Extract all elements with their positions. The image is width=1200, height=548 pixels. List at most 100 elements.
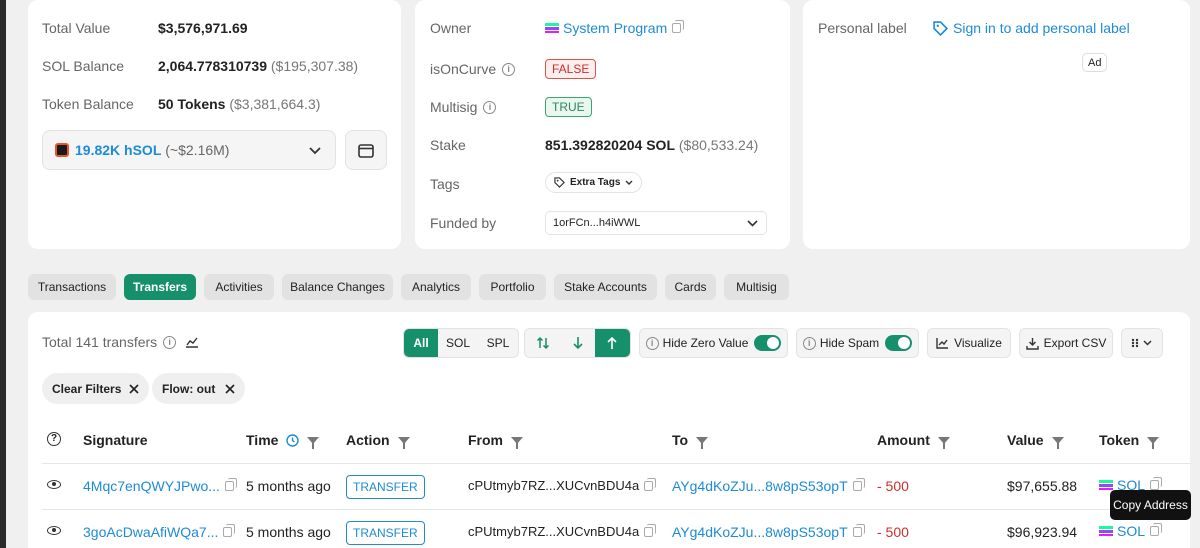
personal-label-card: Personal label Sign in to add personal l…: [803, 0, 1190, 249]
tab-transactions[interactable]: Transactions: [28, 274, 116, 300]
token-link[interactable]: SOL: [1117, 523, 1145, 539]
copy-icon[interactable]: [672, 20, 685, 33]
to-address-link[interactable]: AYg4dKoZJu...8w8pS53opT: [672, 478, 848, 494]
clock-icon[interactable]: [286, 433, 300, 447]
ad-label: Ad: [1088, 56, 1102, 69]
info-icon[interactable]: i: [483, 100, 497, 114]
funded-by-label: Funded by: [430, 215, 497, 231]
visualize-button[interactable]: Visualize: [927, 328, 1011, 358]
value-cell: $96,923.94: [1007, 524, 1078, 540]
filter-icon[interactable]: [696, 436, 709, 449]
arrow-down-icon: [572, 337, 583, 350]
flow-out-button[interactable]: [594, 329, 630, 357]
hide-spam-toggle[interactable]: i Hide Spam: [796, 328, 919, 358]
flow-filter-label: Flow: out: [162, 381, 216, 396]
total-value: $3,576,971.69: [158, 20, 248, 36]
stake-label: Stake: [430, 137, 466, 153]
column-settings-button[interactable]: [1121, 328, 1163, 358]
filter-sol-button[interactable]: SOL: [438, 329, 478, 357]
multisig-badge: TRUE: [545, 97, 592, 117]
visualize-label: Visualize: [954, 336, 1002, 350]
copy-icon[interactable]: [852, 524, 865, 537]
copy-icon[interactable]: [644, 477, 657, 491]
tab-stake-accounts[interactable]: Stake Accounts: [554, 274, 657, 300]
ad-badge: Ad: [1082, 53, 1108, 72]
amount-cell: - 500: [877, 478, 909, 494]
copy-icon[interactable]: [223, 524, 236, 537]
copy-icon[interactable]: [1150, 523, 1163, 536]
filter-spl-button[interactable]: SPL: [478, 329, 518, 357]
info-icon: i: [645, 336, 659, 350]
help-icon[interactable]: ?: [47, 432, 61, 446]
grid-dots-icon: [1131, 338, 1152, 348]
filter-sol-label: SOL: [445, 336, 470, 350]
flow-both-button[interactable]: [525, 329, 560, 357]
filter-icon[interactable]: [1051, 436, 1064, 449]
tab-activities[interactable]: Activities: [204, 274, 274, 300]
filter-all-button[interactable]: All: [404, 329, 438, 357]
export-csv-button[interactable]: Export CSV: [1019, 328, 1113, 358]
extra-tags-button[interactable]: Extra Tags: [545, 172, 643, 193]
tooltip-text: Copy Address: [1113, 498, 1188, 512]
portfolio-view-button[interactable]: [345, 130, 387, 170]
tab-label: Activities: [215, 280, 263, 294]
token-balance: 50 Tokens: [158, 96, 226, 112]
signature-link[interactable]: 4Mqc7enQWYJPwo...: [83, 478, 220, 494]
from-address[interactable]: cPUtmyb7RZ...XUCvnBDU4a: [468, 524, 639, 539]
hide-spam-label: Hide Spam: [819, 336, 880, 350]
tab-label: Balance Changes: [290, 280, 385, 294]
copy-icon[interactable]: [852, 478, 865, 491]
tab-analytics[interactable]: Analytics: [401, 274, 471, 300]
filter-icon[interactable]: [1147, 436, 1160, 449]
close-icon[interactable]: [225, 383, 235, 394]
to-address-link[interactable]: AYg4dKoZJu...8w8pS53opT: [672, 524, 848, 540]
filter-icon[interactable]: [511, 436, 523, 449]
copy-address-tooltip: Copy Address: [1110, 490, 1191, 520]
flow-filter-chip[interactable]: Flow: out: [152, 373, 246, 404]
hide-zero-switch[interactable]: [754, 335, 782, 351]
tab-transfers[interactable]: Transfers: [124, 274, 196, 300]
action-badge: TRANSFER: [346, 521, 425, 545]
tab-label: Cards: [674, 280, 707, 294]
signature-link[interactable]: 3goAcDwaAfiWQa7...: [83, 524, 218, 540]
copy-icon[interactable]: [644, 523, 657, 537]
hide-zero-value-toggle[interactable]: i Hide Zero Value: [639, 328, 788, 358]
tab-cards[interactable]: Cards: [665, 274, 716, 300]
funded-by-select[interactable]: 1orFCn...h4iWWL: [545, 211, 767, 235]
chart-icon[interactable]: [185, 336, 199, 348]
tab-balance-changes[interactable]: Balance Changes: [282, 274, 393, 300]
token-balance-label: Token Balance: [42, 96, 134, 112]
tab-multisig[interactable]: Multisig: [724, 274, 789, 300]
clear-filters-chip[interactable]: Clear Filters: [42, 373, 150, 404]
col-amount: Amount: [877, 432, 930, 448]
filter-icon[interactable]: [937, 436, 950, 449]
solana-icon: [545, 23, 559, 33]
tag-icon: [554, 177, 565, 188]
from-address[interactable]: cPUtmyb7RZ...XUCvnBDU4a: [468, 478, 639, 493]
chart-icon: [936, 338, 949, 349]
chevron-down-icon: [309, 147, 321, 155]
close-icon[interactable]: [129, 383, 139, 394]
tab-portfolio[interactable]: Portfolio: [479, 274, 546, 300]
tab-label: Transfers: [132, 280, 188, 294]
personal-label-label: Personal label: [818, 20, 907, 36]
eye-icon[interactable]: [47, 480, 61, 489]
info-icon[interactable]: i: [163, 335, 177, 349]
sign-in-label-link[interactable]: Sign in to add personal label: [953, 20, 1130, 36]
token-type-filter: All SOL SPL: [403, 328, 519, 358]
hide-spam-switch[interactable]: [885, 335, 913, 351]
tab-label: Stake Accounts: [564, 280, 647, 294]
copy-icon[interactable]: [1150, 477, 1163, 490]
filter-icon[interactable]: [397, 436, 410, 449]
window-edge: [0, 0, 6, 548]
token-balance-usd: ($3,381,664.3): [229, 96, 321, 112]
export-csv-label: Export CSV: [1043, 336, 1107, 350]
filter-icon[interactable]: [307, 436, 320, 449]
copy-icon[interactable]: [224, 478, 237, 491]
flow-in-button[interactable]: [560, 329, 594, 357]
filter-all-label: All: [413, 336, 429, 350]
token-select[interactable]: 19.82K hSOL (~$2.16M): [42, 130, 336, 170]
owner-link[interactable]: System Program: [563, 20, 667, 36]
eye-icon[interactable]: [47, 526, 61, 535]
info-icon[interactable]: i: [502, 62, 516, 76]
